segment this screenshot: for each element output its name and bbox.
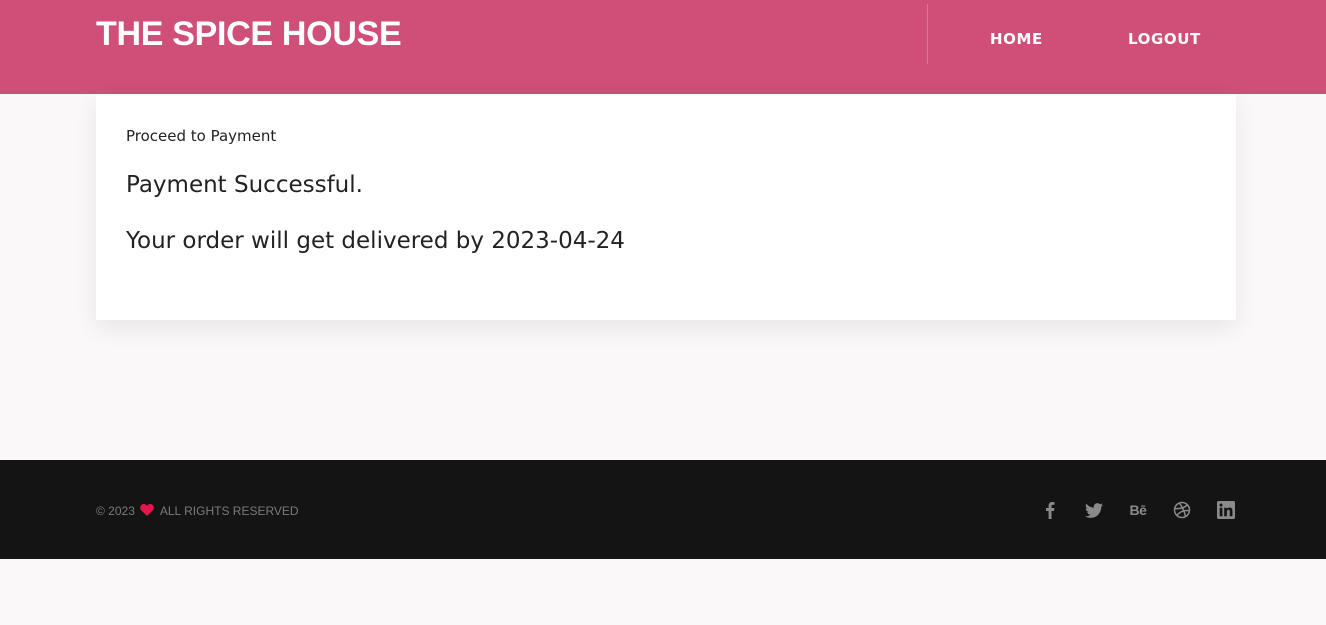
delivery-date-message: Your order will get delivered by 2023-04… xyxy=(126,228,625,254)
nav-divider xyxy=(927,4,928,64)
linkedin-icon[interactable] xyxy=(1215,499,1237,521)
behance-icon[interactable]: Bē xyxy=(1127,499,1149,521)
payment-result-card: Proceed to Payment Payment Successful. Y… xyxy=(96,94,1236,320)
twitter-icon[interactable] xyxy=(1083,499,1105,521)
facebook-icon[interactable] xyxy=(1039,499,1061,521)
site-header: THE SPICE HOUSE HOME LOGOUT xyxy=(0,0,1326,94)
nav-home-link[interactable]: HOME xyxy=(990,29,1043,49)
site-footer: © 2023 ALL RIGHTS RESERVED Bē xyxy=(0,460,1326,559)
rights-reserved-text: ALL RIGHTS RESERVED xyxy=(159,504,299,518)
payment-status-message: Payment Successful. xyxy=(126,172,363,198)
behance-glyph: Bē xyxy=(1129,502,1147,518)
site-brand-link[interactable]: THE SPICE HOUSE xyxy=(96,14,402,54)
heart-icon xyxy=(140,504,154,516)
copyright-notice: © 2023 ALL RIGHTS RESERVED xyxy=(96,503,299,519)
copyright-year: © 2023 xyxy=(96,504,135,518)
proceed-to-payment-label: Proceed to Payment xyxy=(126,127,277,145)
dribbble-icon[interactable] xyxy=(1171,499,1193,521)
nav-logout-link[interactable]: LOGOUT xyxy=(1128,29,1201,49)
